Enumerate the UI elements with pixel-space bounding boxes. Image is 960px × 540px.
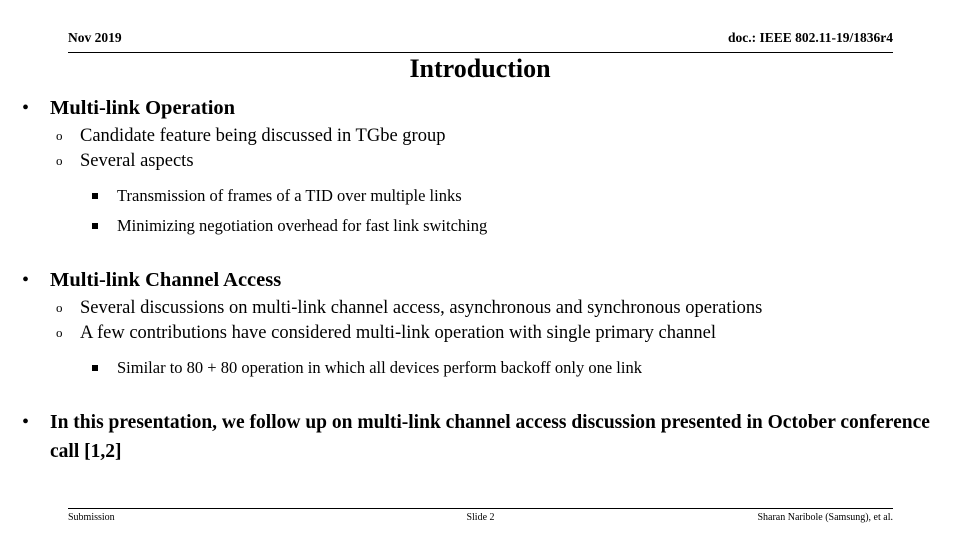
slide-header: Nov 2019 doc.: IEEE 802.11-19/1836r4 xyxy=(68,30,893,53)
presentation-slide: Nov 2019 doc.: IEEE 802.11-19/1836r4 Int… xyxy=(0,0,960,540)
bullet-level3-text: Minimizing negotiation overhead for fast… xyxy=(117,216,488,235)
closing-statement-text: In this presentation, we follow up on mu… xyxy=(50,412,930,462)
bullet-level3-similar-80-80: Similar to 80 + 80 operation in which al… xyxy=(0,356,960,382)
bullet-level3-minimizing-negotiation: Minimizing negotiation overhead for fast… xyxy=(0,214,960,240)
footer-slide-number: Slide 2 xyxy=(466,512,495,523)
bullet-circle-icon: o xyxy=(56,325,63,340)
bullet-level2-text: A few contributions have considered mult… xyxy=(80,323,717,343)
bullet-dot-icon: • xyxy=(22,411,30,433)
bullet-circle-icon: o xyxy=(56,153,63,168)
bullet-level1-multi-link-channel-access: • Multi-link Channel Access xyxy=(0,266,960,294)
bullet-level1-text: Multi-link Channel Access xyxy=(50,269,282,291)
bullet-dot-icon: • xyxy=(22,269,30,291)
bullet-level3-text: Similar to 80 + 80 operation in which al… xyxy=(117,358,642,377)
page-title: Introduction xyxy=(409,54,551,83)
bullet-square-icon xyxy=(92,356,117,380)
header-date: Nov 2019 xyxy=(68,30,122,45)
bullet-level1-closing-statement: • In this presentation, we follow up on … xyxy=(0,408,960,466)
slide-body: • Multi-link Operation o Candidate featu… xyxy=(0,94,960,466)
bullet-circle-icon: o xyxy=(56,300,63,315)
bullet-level2-text: Candidate feature being discussed in TGb… xyxy=(80,126,446,146)
bullet-square-icon xyxy=(92,214,117,238)
bullet-level3-transmission-frames: Transmission of frames of a TID over mul… xyxy=(0,184,960,210)
bullet-level2-few-contributions: o A few contributions have considered mu… xyxy=(0,321,960,346)
footer-author: Sharan Naribole (Samsung), et al. xyxy=(757,512,893,523)
bullet-level1-multi-link-operation: • Multi-link Operation xyxy=(0,94,960,122)
bullet-level2-candidate-feature: o Candidate feature being discussed in T… xyxy=(0,124,960,149)
bullet-level2-text: Several discussions on multi-link channe… xyxy=(80,298,763,318)
bullet-level1-text: Multi-link Operation xyxy=(50,97,236,119)
bullet-circle-icon: o xyxy=(56,128,63,143)
bullet-level2-several-aspects: o Several aspects xyxy=(0,149,960,174)
bullet-dot-icon: • xyxy=(22,97,30,119)
bullet-level2-several-discussions: o Several discussions on multi-link chan… xyxy=(0,296,960,321)
footer-submission-label: Submission xyxy=(68,512,115,523)
header-document-id: doc.: IEEE 802.11-19/1836r4 xyxy=(727,30,893,45)
slide-footer: Submission Slide 2 Sharan Naribole (Sams… xyxy=(68,508,893,524)
bullet-square-icon xyxy=(92,184,117,208)
bullet-level2-text: Several aspects xyxy=(80,151,194,171)
bullet-level3-text: Transmission of frames of a TID over mul… xyxy=(117,186,462,205)
